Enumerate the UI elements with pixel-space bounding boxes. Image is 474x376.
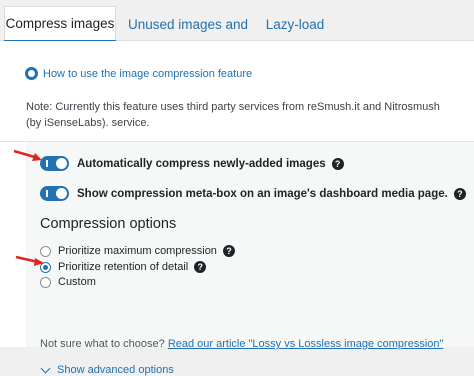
annotation-arrow-icon xyxy=(13,149,42,161)
auto-compress-label: Automatically compress newly-added image… xyxy=(77,157,326,170)
auto-compress-setting: Automatically compress newly-added image… xyxy=(40,156,344,171)
help-icon[interactable]: ? xyxy=(222,245,235,257)
not-sure-prefix: Not sure what to choose? xyxy=(40,338,165,350)
radio-button[interactable] xyxy=(40,276,51,288)
radio-label: Prioritize retention of detail xyxy=(58,261,189,273)
not-sure-text: Not sure what to choose? Read our articl… xyxy=(40,338,443,350)
meta-box-toggle[interactable] xyxy=(40,186,69,201)
lifebuoy-icon xyxy=(25,67,38,80)
howto-link[interactable]: How to use the image compression feature xyxy=(25,67,252,80)
settings-section: Automatically compress newly-added image… xyxy=(26,142,474,376)
tab-compress-images[interactable]: Compress images xyxy=(4,6,116,43)
meta-box-setting: Show compression meta-box on an image's … xyxy=(40,186,466,201)
help-icon[interactable]: ? xyxy=(331,157,344,170)
radio-custom[interactable]: Custom xyxy=(40,276,96,288)
radio-label: Custom xyxy=(58,276,96,288)
auto-compress-toggle[interactable] xyxy=(40,156,69,171)
tab-bar: Compress images Unused images and sizes … xyxy=(0,0,474,61)
radio-retention-of-detail[interactable]: Prioritize retention of detail ? xyxy=(40,261,207,273)
advanced-label: Show advanced options xyxy=(57,364,174,376)
howto-link-text: How to use the image compression feature xyxy=(43,67,253,80)
help-icon[interactable]: ? xyxy=(194,261,207,273)
radio-max-compression[interactable]: Prioritize maximum compression ? xyxy=(40,245,235,257)
radio-label: Prioritize maximum compression xyxy=(58,245,217,257)
tab-label: Compress images xyxy=(5,16,115,31)
compress-images-panel: How to use the image compression feature… xyxy=(0,41,474,376)
tab-lazy-load[interactable]: Lazy-load xyxy=(262,10,328,39)
tab-label: Lazy-load xyxy=(265,17,325,32)
service-note: Note: Currently this feature uses third … xyxy=(26,101,440,129)
help-icon[interactable]: ? xyxy=(453,187,466,200)
chevron-down-icon xyxy=(40,363,51,374)
compression-options-heading: Compression options xyxy=(40,216,177,232)
meta-box-label: Show compression meta-box on an image's … xyxy=(77,187,448,200)
annotation-arrow-icon xyxy=(15,255,44,266)
lossy-vs-lossless-article-link[interactable]: Read our article "Lossy vs Lossless imag… xyxy=(168,338,444,350)
show-advanced-options-link[interactable]: Show advanced options xyxy=(40,363,174,376)
tab-unused-images-and-sizes[interactable]: Unused images and sizes xyxy=(118,10,258,61)
